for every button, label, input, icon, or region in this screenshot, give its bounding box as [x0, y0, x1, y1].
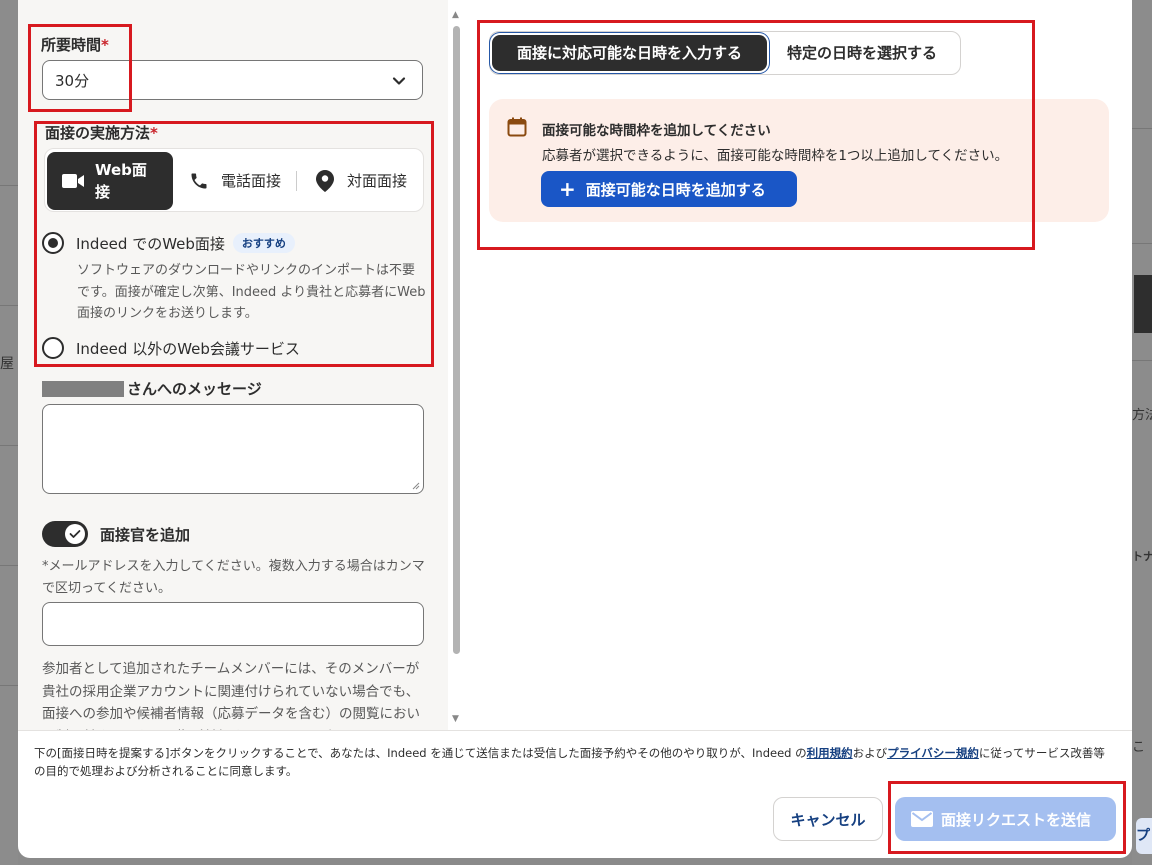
interview-method-label: 面接の実施方法* — [45, 124, 158, 142]
radio-button-selected[interactable] — [42, 232, 64, 254]
tab-select-specific-time[interactable]: 特定の日時を選択する — [772, 35, 952, 71]
background-text-fragment: 方法 — [1132, 408, 1152, 423]
segment-divider — [296, 171, 297, 191]
video-camera-icon — [61, 169, 85, 193]
radio-button-unselected[interactable] — [42, 337, 64, 359]
add-interviewer-toggle[interactable] — [42, 521, 88, 547]
envelope-icon — [911, 811, 933, 827]
background-text-fragment: トナ — [1132, 550, 1152, 563]
background-text-fragment: こ — [1132, 740, 1146, 755]
email-hint-text: *メールアドレスを入力してください。複数入力する場合はカンマで区切ってください。 — [42, 559, 425, 596]
radio-label: Indeed 以外のWeb会議サービス — [76, 339, 300, 358]
method-option-phone[interactable]: 電話面接 — [173, 152, 293, 210]
background-button-fragment: プ — [1136, 818, 1152, 854]
scroll-down-icon[interactable]: ▼ — [452, 714, 459, 724]
send-interview-request-button[interactable]: 面接リクエストを送信 — [895, 797, 1116, 841]
scroll-up-icon[interactable]: ▲ — [452, 10, 459, 20]
message-label: さんへのメッセージ — [42, 378, 262, 399]
duration-selected-value: 30分 — [55, 72, 90, 90]
schedule-mode-tabs: 面接に対応可能な日時を入力する 特定の日時を選択する — [489, 31, 961, 75]
alert-title: 面接可能な時間枠を追加してください — [542, 123, 771, 139]
scrollbar-thumb[interactable] — [453, 26, 460, 654]
radio-indeed-web-interview[interactable]: Indeed でのWeb面接 おすすめ — [42, 232, 295, 254]
chevron-down-icon — [392, 61, 406, 104]
redacted-candidate-name — [42, 380, 124, 397]
terms-link[interactable]: 利用規約 — [807, 746, 853, 760]
alert-description: 応募者が選択できるように、面接可能な時間枠を1つ以上追加してください。 — [542, 148, 1009, 164]
calendar-icon — [507, 117, 527, 137]
method-option-web[interactable]: Web面接 — [47, 152, 173, 210]
tab-enter-availability[interactable]: 面接に対応可能な日時を入力する — [492, 35, 767, 71]
interview-method-segmented-control: Web面接 電話面接 対面面接 — [44, 148, 424, 212]
interview-settings-pane: 所要時間* 30分 面接の実施方法* Web面接 電話面接 対面面接 Indee… — [18, 0, 448, 730]
recommended-badge: おすすめ — [232, 233, 295, 253]
phone-icon — [187, 169, 211, 193]
radio-other-web-service[interactable]: Indeed 以外のWeb会議サービス — [42, 337, 300, 359]
add-availability-button[interactable]: + 面接可能な日時を追加する — [541, 171, 797, 207]
privacy-policy-link[interactable]: プライバシー規約 — [887, 746, 979, 760]
resize-grip-icon[interactable] — [411, 481, 420, 490]
location-pin-icon — [313, 169, 337, 193]
interviewer-email-input[interactable] — [42, 602, 424, 646]
check-icon — [65, 524, 85, 544]
duration-label: 所要時間* — [41, 36, 109, 54]
footer-divider — [18, 730, 1132, 731]
consent-text: 下の[面接日時を提案する]ボタンをクリックすることで、あなたは、Indeed を… — [34, 746, 1105, 778]
radio-label: Indeed でのWeb面接 — [76, 234, 225, 253]
method-option-in-person[interactable]: 対面面接 — [299, 152, 419, 210]
left-pane-scrollbar[interactable]: ▲ ▼ — [450, 6, 464, 728]
duration-select[interactable]: 30分 — [42, 60, 423, 100]
background-page-left: 屋 — [0, 0, 18, 865]
cancel-button[interactable]: キャンセル — [773, 797, 883, 841]
message-textarea[interactable] — [42, 404, 424, 494]
interview-request-modal: 所要時間* 30分 面接の実施方法* Web面接 電話面接 対面面接 Indee… — [18, 0, 1132, 858]
required-mark: * — [150, 124, 158, 142]
plus-icon: + — [559, 177, 576, 201]
team-member-access-note: 参加者として追加されたチームメンバーには、そのメンバーが貴社の採用企業アカウント… — [42, 661, 420, 730]
indeed-web-interview-description: ソフトウェアのダウンロードやリンクのインポートは不要です。面接が確定し次第、In… — [77, 263, 426, 321]
background-text-fragment: 屋 — [0, 356, 14, 372]
background-page-right: 方法 トナ こ プ — [1132, 0, 1152, 865]
required-mark: * — [101, 36, 109, 54]
add-interviewer-label: 面接官を追加 — [100, 526, 191, 544]
availability-alert: 面接可能な時間枠を追加してください 応募者が選択できるように、面接可能な時間枠を… — [489, 99, 1109, 222]
